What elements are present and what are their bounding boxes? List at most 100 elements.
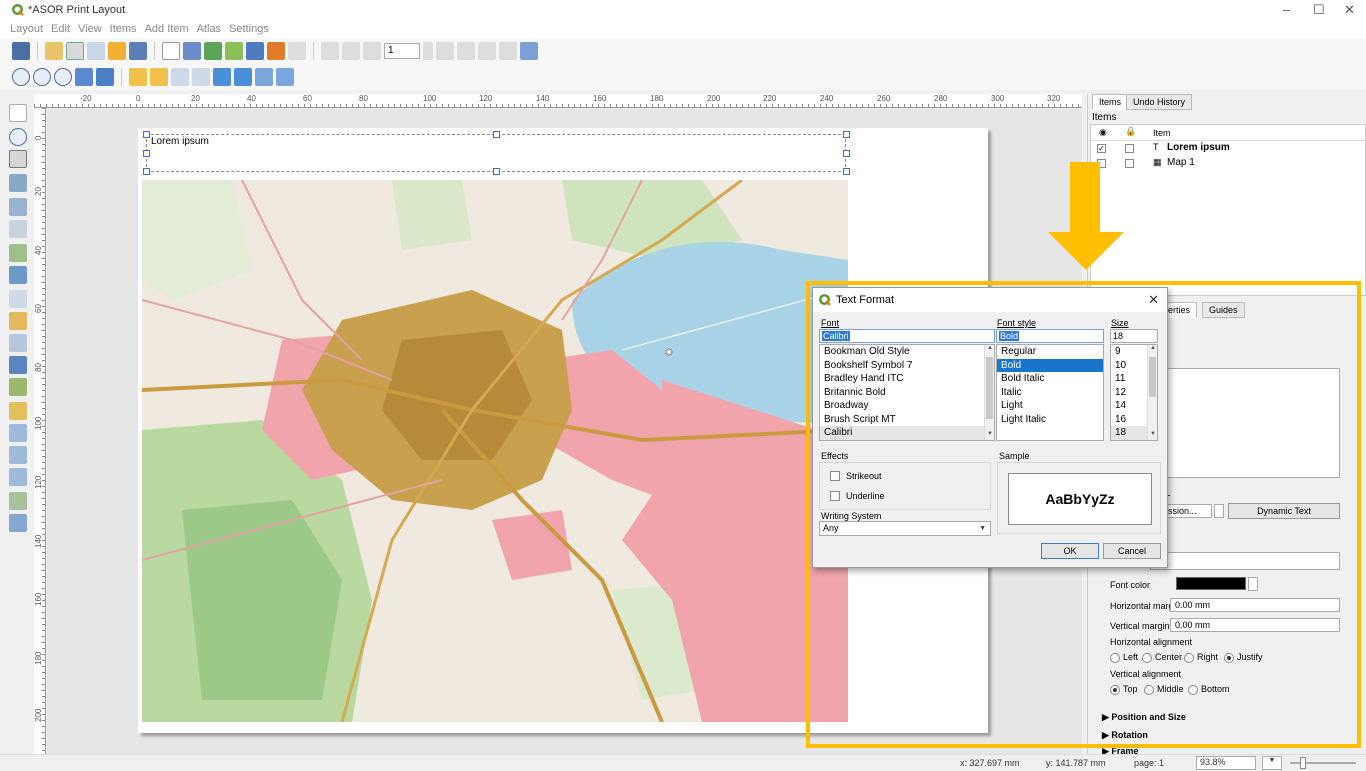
redo-icon[interactable] bbox=[288, 42, 306, 60]
print-icon[interactable] bbox=[183, 42, 201, 60]
export-pdf-icon[interactable] bbox=[246, 42, 264, 60]
list-item[interactable]: ▦ Map 1 bbox=[1091, 156, 1365, 171]
export-svg-icon[interactable] bbox=[225, 42, 243, 60]
page-setup-icon[interactable] bbox=[162, 42, 180, 60]
writing-system-select[interactable]: Any ▼ bbox=[819, 521, 991, 536]
group-items-icon[interactable] bbox=[171, 68, 189, 86]
add-map-icon[interactable] bbox=[9, 244, 27, 262]
add-north-arrow-icon[interactable] bbox=[9, 378, 27, 396]
minimize-icon[interactable]: – bbox=[1283, 2, 1290, 17]
save-icon[interactable] bbox=[12, 42, 30, 60]
font-style-list[interactable]: Regular Bold Bold Italic Italic Light Li… bbox=[996, 344, 1104, 441]
ok-button[interactable]: OK bbox=[1041, 543, 1099, 559]
open-template-icon[interactable] bbox=[108, 42, 126, 60]
font-input[interactable]: Calibri bbox=[819, 329, 995, 343]
menu-layout[interactable]: Layout bbox=[10, 23, 43, 35]
next-feature-icon[interactable] bbox=[436, 42, 454, 60]
scroll-down-icon[interactable]: ▼ bbox=[985, 431, 994, 440]
resize-items-icon[interactable] bbox=[276, 68, 294, 86]
close-window-icon[interactable]: ✕ bbox=[1344, 2, 1355, 18]
raise-items-icon[interactable] bbox=[213, 68, 231, 86]
list-item[interactable]: Light Italic bbox=[997, 413, 1103, 427]
previous-feature-icon[interactable] bbox=[363, 42, 381, 60]
zoom-input[interactable]: 93.8% bbox=[1196, 756, 1256, 770]
add-html-icon[interactable] bbox=[9, 492, 27, 510]
menu-edit[interactable]: Edit bbox=[51, 23, 70, 35]
lock-items-icon[interactable] bbox=[129, 68, 147, 86]
visibility-checkbox[interactable]: ✓ bbox=[1097, 144, 1106, 153]
add-scalebar-icon[interactable] bbox=[9, 356, 27, 374]
print-atlas-icon[interactable] bbox=[478, 42, 496, 60]
add-polyline-icon[interactable] bbox=[9, 446, 27, 464]
lock-checkbox[interactable] bbox=[1125, 144, 1134, 153]
menu-atlas[interactable]: Atlas bbox=[197, 23, 221, 35]
resize-handle[interactable] bbox=[843, 168, 850, 175]
chevron-down-icon[interactable]: ▼ bbox=[1262, 756, 1282, 770]
list-item[interactable]: Bookman Old Style bbox=[820, 345, 994, 359]
resize-handle[interactable] bbox=[493, 168, 500, 175]
duplicate-layout-icon[interactable] bbox=[66, 42, 84, 60]
scrollbar[interactable]: ▲ ▼ bbox=[984, 345, 994, 440]
zoom-full-icon[interactable] bbox=[54, 68, 72, 86]
align-items-icon[interactable] bbox=[234, 68, 252, 86]
atlas-preview-icon[interactable] bbox=[321, 42, 339, 60]
tab-undo-history[interactable]: Undo History bbox=[1126, 94, 1193, 110]
list-item[interactable]: Bookshelf Symbol 7 bbox=[820, 359, 994, 373]
save-template-icon[interactable] bbox=[129, 42, 147, 60]
list-item[interactable]: Britannic Bold bbox=[820, 386, 994, 400]
scroll-thumb[interactable] bbox=[986, 357, 993, 419]
add-legend-icon[interactable] bbox=[9, 334, 27, 352]
distribute-items-icon[interactable] bbox=[255, 68, 273, 86]
chevron-down-icon[interactable] bbox=[423, 42, 433, 60]
add-label-icon[interactable] bbox=[9, 312, 27, 330]
atlas-page-input[interactable]: 1 bbox=[384, 43, 420, 59]
add-picture-icon[interactable] bbox=[9, 290, 27, 308]
unlock-items-icon[interactable] bbox=[150, 68, 168, 86]
atlas-settings-icon[interactable] bbox=[520, 42, 538, 60]
select-move-icon[interactable] bbox=[9, 150, 27, 168]
resize-handle[interactable] bbox=[493, 131, 500, 138]
menu-add-item[interactable]: Add Item bbox=[145, 23, 189, 35]
list-item[interactable]: Italic bbox=[997, 386, 1103, 400]
layout-manager-icon[interactable] bbox=[87, 42, 105, 60]
size-input[interactable]: 18 bbox=[1110, 329, 1158, 343]
underline-checkbox[interactable] bbox=[830, 491, 840, 501]
close-icon[interactable]: ✕ bbox=[1148, 292, 1159, 308]
zoom-actual-icon[interactable] bbox=[75, 68, 93, 86]
add-polygon-icon[interactable] bbox=[9, 468, 27, 486]
add-shape-icon[interactable] bbox=[9, 402, 27, 420]
zoom-tool-icon[interactable] bbox=[9, 128, 27, 146]
new-layout-icon[interactable] bbox=[45, 42, 63, 60]
list-item[interactable]: Calibri bbox=[820, 426, 994, 440]
undo-icon[interactable] bbox=[267, 42, 285, 60]
menu-settings[interactable]: Settings bbox=[229, 23, 269, 35]
resize-handle[interactable] bbox=[143, 131, 150, 138]
scrollbar[interactable]: ▲ ▼ bbox=[1147, 345, 1157, 440]
refresh-icon[interactable] bbox=[96, 68, 114, 86]
add-3d-map-icon[interactable] bbox=[9, 266, 27, 284]
menu-view[interactable]: View bbox=[78, 23, 102, 35]
list-item[interactable]: Brush Script MT bbox=[820, 413, 994, 427]
list-item[interactable]: Regular bbox=[997, 345, 1103, 359]
first-feature-icon[interactable] bbox=[342, 42, 360, 60]
list-item[interactable]: Bradley Hand ITC bbox=[820, 372, 994, 386]
add-marker-icon[interactable] bbox=[9, 424, 27, 442]
list-item[interactable]: Bold Italic bbox=[997, 372, 1103, 386]
list-item[interactable]: Light bbox=[997, 399, 1103, 413]
resize-handle[interactable] bbox=[143, 168, 150, 175]
pan-icon[interactable] bbox=[9, 104, 27, 122]
resize-handle[interactable] bbox=[143, 150, 150, 157]
edit-nodes-icon[interactable] bbox=[9, 198, 27, 216]
scroll-up-icon[interactable]: ▲ bbox=[985, 345, 994, 354]
font-list[interactable]: Bookman Old Style Bookshelf Symbol 7 Bra… bbox=[819, 344, 995, 441]
resize-handle[interactable] bbox=[843, 150, 850, 157]
map-item[interactable] bbox=[142, 180, 848, 722]
tab-items[interactable]: Items bbox=[1092, 94, 1129, 110]
add-attribute-table-icon[interactable] bbox=[9, 514, 27, 532]
zoom-in-icon[interactable] bbox=[12, 68, 30, 86]
size-list[interactable]: 9 10 11 12 14 16 18 ▲ ▼ bbox=[1110, 344, 1158, 441]
list-item[interactable]: Bold bbox=[997, 358, 1103, 372]
move-content-icon[interactable] bbox=[9, 174, 27, 192]
label-item[interactable]: Lorem ipsum bbox=[143, 131, 850, 175]
last-feature-icon[interactable] bbox=[457, 42, 475, 60]
